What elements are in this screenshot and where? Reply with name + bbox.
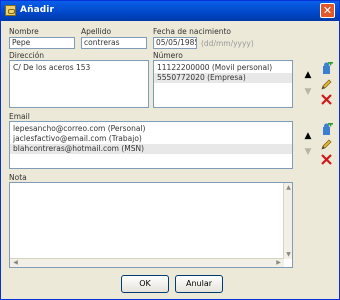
- list-item[interactable]: jaclesfactivo@email.com (Trabajo): [10, 134, 292, 144]
- nota-textarea[interactable]: ▲ ▼ ◀ ▶: [9, 182, 293, 268]
- numero-move-down-button[interactable]: ▼: [302, 86, 314, 98]
- list-item[interactable]: blahcontreras@hotmail.com (MSN): [10, 144, 292, 154]
- numero-edit-icon[interactable]: [320, 78, 333, 91]
- nombre-field[interactable]: Pepe: [9, 37, 75, 49]
- fecha-label: Fecha de nacimiento: [153, 27, 231, 36]
- email-list[interactable]: lepesancho@correo.com (Personal) jaclesf…: [9, 121, 293, 169]
- numero-list[interactable]: 11122200000 (Movil personal) 5550772020 …: [153, 60, 293, 108]
- title-bar: Añadir ✕: [1, 1, 339, 21]
- apellido-field[interactable]: contreras: [81, 37, 147, 49]
- email-move-down-button[interactable]: ▼: [302, 146, 314, 158]
- numero-label: Número: [153, 51, 183, 60]
- scroll-right-arrow-icon[interactable]: ▶: [274, 259, 283, 266]
- window-title: Añadir: [20, 5, 55, 15]
- ok-button[interactable]: OK: [121, 275, 169, 293]
- numero-add-icon[interactable]: [320, 62, 333, 75]
- list-item[interactable]: lepesancho@correo.com (Personal): [10, 122, 292, 134]
- list-item[interactable]: 11122200000 (Movil personal): [154, 61, 292, 73]
- fecha-field[interactable]: 05/05/1985: [153, 37, 197, 49]
- direccion-text: C/ De los aceros 153: [13, 63, 91, 72]
- nombre-label: Nombre: [9, 27, 39, 36]
- numero-delete-icon[interactable]: [320, 93, 333, 106]
- direccion-label: Dirección: [9, 51, 45, 60]
- scroll-down-arrow-icon[interactable]: ▼: [284, 251, 292, 258]
- list-item[interactable]: 5550772020 (Empresa): [154, 73, 292, 83]
- cancel-button[interactable]: Anular: [175, 275, 223, 293]
- direccion-textarea[interactable]: C/ De los aceros 153: [9, 60, 149, 108]
- email-label: Email: [9, 112, 30, 121]
- close-button[interactable]: ✕: [320, 3, 335, 18]
- nota-label: Nota: [9, 173, 27, 182]
- app-contact-icon: [5, 5, 16, 16]
- nota-horizontal-scrollbar[interactable]: ◀ ▶: [10, 258, 284, 267]
- email-move-up-button[interactable]: ▲: [302, 130, 314, 142]
- email-add-icon[interactable]: [320, 123, 333, 136]
- nota-vertical-scrollbar[interactable]: ▲ ▼: [283, 183, 292, 259]
- email-delete-icon[interactable]: [320, 153, 333, 166]
- scroll-up-arrow-icon[interactable]: ▲: [284, 184, 292, 191]
- dialog-window: Añadir ✕ Nombre Pepe Apellido contreras …: [0, 0, 340, 300]
- email-edit-icon[interactable]: [320, 138, 333, 151]
- apellido-label: Apellido: [81, 27, 112, 36]
- numero-move-up-button[interactable]: ▲: [302, 69, 314, 81]
- fecha-hint: (dd/mm/yyyy): [201, 39, 254, 48]
- scroll-left-arrow-icon[interactable]: ◀: [11, 259, 20, 266]
